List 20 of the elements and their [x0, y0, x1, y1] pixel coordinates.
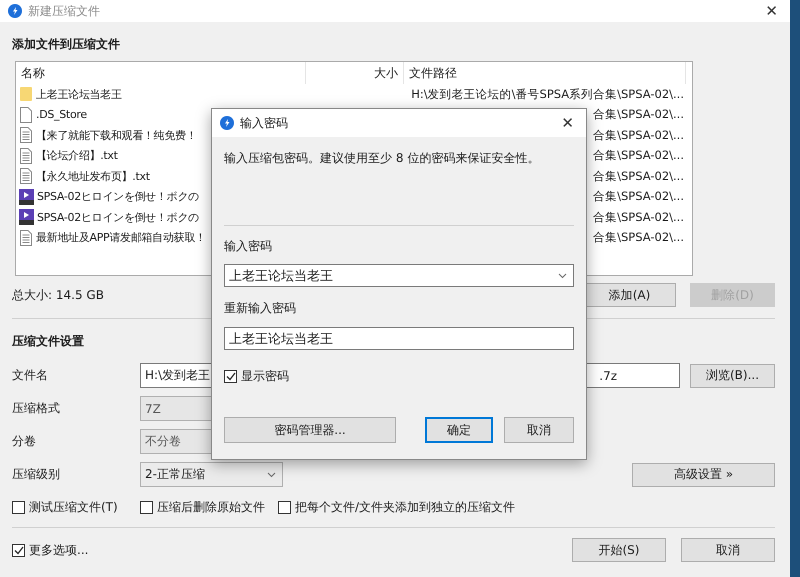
dialog-description: 输入压缩包密码。建议使用至少 8 位的密码来保证安全性。: [224, 150, 540, 167]
file-path-cell: 合集\SPSA-02\...: [593, 210, 684, 225]
file-path-cell: 合集\SPSA-02\...: [593, 230, 684, 246]
field-label: 分卷: [12, 433, 37, 450]
file-path-cell: 合集\SPSA-02\...: [593, 168, 684, 184]
section-heading: 添加文件到压缩文件: [12, 36, 120, 53]
file-path-cell: 合集\SPSA-02\...: [593, 189, 684, 204]
dialog-title: 输入密码: [240, 114, 289, 132]
window-title: 新建压缩文件: [28, 2, 101, 20]
confirm-password-label: 重新输入密码: [224, 300, 296, 317]
field-label: 文件名: [12, 367, 49, 384]
field-label: 压缩格式: [12, 400, 61, 417]
password-label: 输入密码: [224, 238, 272, 255]
field-label: 压缩级别: [12, 466, 61, 483]
file-path-cell: 合集\SPSA-02\...: [593, 128, 684, 143]
section-heading: 压缩文件设置: [12, 333, 84, 350]
total-size-label: 总大小: 14.5 GB: [12, 286, 105, 304]
file-path-cell: 合集\SPSA-02\...: [593, 107, 684, 122]
file-path-cell: H:\发到老王论坛的\番号SPSA系列合集\SPSA-02\...: [411, 86, 684, 102]
file-path-cell: 合集\SPSA-02\...: [593, 148, 684, 164]
